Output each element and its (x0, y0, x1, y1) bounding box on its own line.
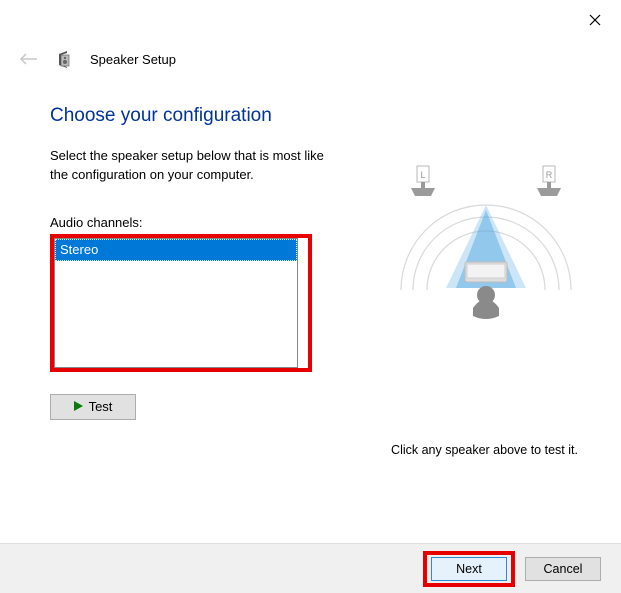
highlight-audio-channels: Stereo (50, 234, 312, 372)
test-button-label: Test (89, 399, 113, 414)
play-icon (74, 399, 83, 414)
next-button[interactable]: Next (431, 557, 507, 581)
audio-channels-listbox[interactable]: Stereo (54, 238, 298, 368)
header: Speaker Setup (18, 48, 621, 70)
test-hint-text: Click any speaker above to test it. (370, 443, 599, 457)
test-button[interactable]: Test (50, 394, 136, 420)
cancel-button[interactable]: Cancel (525, 557, 601, 581)
speaker-diagram: L R (381, 160, 591, 370)
close-icon (589, 14, 601, 26)
svg-text:L: L (420, 170, 425, 180)
right-speaker-icon: R (537, 166, 561, 196)
svg-text:R: R (546, 170, 553, 180)
back-arrow-icon (19, 52, 39, 66)
window-title: Speaker Setup (90, 52, 176, 67)
page-heading: Choose your configuration (50, 105, 601, 127)
speaker-icon (56, 50, 74, 68)
back-button (18, 48, 40, 70)
footer: Next Cancel (0, 543, 621, 593)
audio-channel-option-stereo[interactable]: Stereo (55, 239, 297, 261)
close-button[interactable] (585, 10, 605, 30)
left-speaker-icon: L (411, 166, 435, 196)
description-text: Select the speaker setup below that is m… (50, 147, 340, 185)
highlight-next-button: Next (423, 551, 515, 587)
